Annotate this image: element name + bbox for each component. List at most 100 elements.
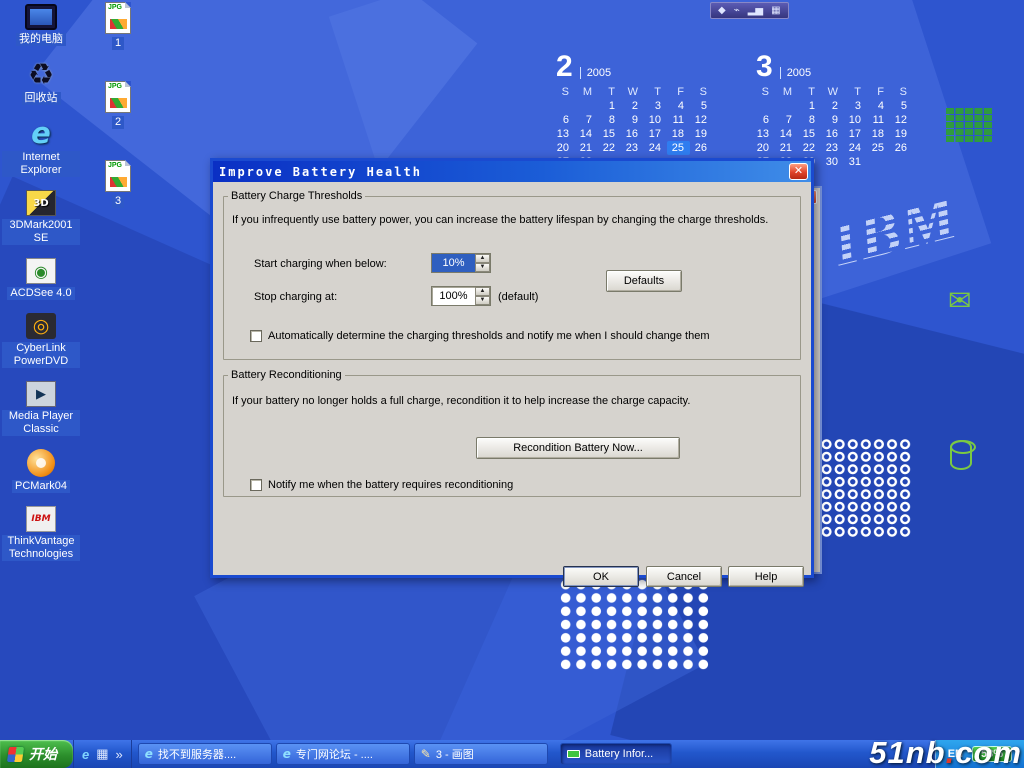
calendar-month-2: 32005SMTWTFS1234567891011121314151617181…: [752, 52, 913, 169]
calendar-day-header: W: [821, 85, 844, 99]
calendar-day-header: T: [598, 85, 621, 99]
calendar-day: 5: [890, 99, 913, 113]
calendar-day: 22: [798, 141, 821, 155]
deskband-icon[interactable]: ▂▅: [748, 6, 763, 16]
calendar-day: [575, 99, 598, 113]
notify-recondition-checkbox[interactable]: [250, 479, 262, 491]
calendar-day: 6: [552, 113, 575, 127]
group-title: Battery Reconditioning: [228, 369, 345, 381]
help-button[interactable]: Help: [728, 566, 804, 587]
acdsee-icon: ◉: [26, 258, 56, 284]
calendar-day: 24: [644, 141, 667, 155]
desktop-icon-my-computer[interactable]: 我的电脑: [16, 4, 66, 46]
defaults-button[interactable]: Defaults: [606, 270, 682, 292]
desktop-quicklaunch-icon[interactable]: ▦: [96, 746, 108, 762]
dialog-titlebar[interactable]: Improve Battery Health ✕: [213, 161, 811, 182]
desktop-icon-file-3[interactable]: JPG 3: [105, 160, 131, 208]
desktop-icon-file-1[interactable]: JPG 1: [105, 2, 131, 50]
start-button[interactable]: 开始: [0, 740, 73, 768]
calendar-day-header: F: [867, 85, 890, 99]
calendar-day: 30: [821, 155, 844, 169]
desktop-icon-acdsee[interactable]: ◉ACDSee 4.0: [7, 258, 74, 300]
calendar-day: 23: [621, 141, 644, 155]
thinkvantage-icon: IBM: [26, 506, 56, 532]
desktop-icon-label: 3: [112, 195, 124, 208]
deskband-icon[interactable]: ⌁: [734, 6, 740, 16]
spin-down-icon[interactable]: ▼: [475, 296, 490, 305]
calendar-day: 8: [598, 113, 621, 127]
calendar-day: 6: [752, 113, 775, 127]
calendar-day: 18: [667, 127, 690, 141]
recondition-battery-button[interactable]: Recondition Battery Now...: [476, 437, 680, 459]
desktop-icon-thinkvantage[interactable]: IBM ThinkVantage Technologies: [2, 506, 80, 561]
ring-grid-pattern: [820, 438, 912, 538]
taskbar-window-ie-1[interactable]: e找不到服务器....: [138, 743, 272, 765]
calendar-day-header: S: [752, 85, 775, 99]
powerdvd-icon: ◎: [26, 313, 56, 339]
auto-thresholds-checkbox[interactable]: [250, 330, 262, 342]
calendar-day: 7: [775, 113, 798, 127]
calendar-day: 7: [575, 113, 598, 127]
desktop-icon-label: 1: [112, 37, 124, 50]
desktop-icon-recycle-bin[interactable]: ♻回收站: [22, 59, 61, 105]
close-button[interactable]: ✕: [789, 163, 808, 180]
calendar-day: 18: [867, 127, 890, 141]
calendar-day: 11: [867, 113, 890, 127]
taskbar-window-ie-2[interactable]: e专门网论坛 - ....: [276, 743, 410, 765]
default-note: (default): [498, 291, 538, 303]
more-quicklaunch-icon[interactable]: »: [116, 747, 123, 762]
calendar-day: 19: [890, 127, 913, 141]
calendar-day: 21: [775, 141, 798, 155]
jpg-badge: JPG: [108, 4, 122, 11]
desktop-icon-powerdvd[interactable]: ◎CyberLink PowerDVD: [2, 313, 80, 368]
calendar-day: 14: [775, 127, 798, 141]
thresholds-description: If you infrequently use battery power, y…: [232, 214, 768, 226]
3dmark-icon: 3D: [26, 190, 56, 216]
battery-reconditioning-group: Battery Reconditioning If your battery n…: [223, 369, 801, 497]
stop-charging-value[interactable]: 100%: [432, 287, 475, 305]
jpg-badge: JPG: [108, 162, 122, 169]
desktop-icon-label: ThinkVantage Technologies: [2, 535, 80, 561]
jpg-file-icon: JPG: [105, 81, 131, 113]
taskbar-window-paint[interactable]: ✎3 - 画图: [414, 743, 548, 765]
cancel-button[interactable]: Cancel: [646, 566, 722, 587]
calendar-day: 2: [621, 99, 644, 113]
desktop-icon-label: 回收站: [22, 92, 61, 105]
calendar-day: 25: [667, 141, 690, 155]
access-connections-deskband[interactable]: ◆ ⌁ ▂▅ ▦: [710, 2, 789, 19]
calendar-year: 2005: [780, 67, 811, 79]
start-charging-spinner[interactable]: 10% ▲ ▼: [431, 253, 491, 273]
calendar-day: 20: [752, 141, 775, 155]
spin-up-icon[interactable]: ▲: [475, 287, 490, 296]
desktop-icon-ie[interactable]: eInternet Explorer: [2, 118, 80, 177]
ie-2-icon: e: [283, 747, 291, 761]
spin-down-icon[interactable]: ▼: [475, 263, 490, 272]
taskbar-windows: e找不到服务器....e专门网论坛 - ....✎3 - 画图 Battery I…: [132, 740, 935, 768]
spin-up-icon[interactable]: ▲: [475, 254, 490, 263]
calendar-day-header: W: [621, 85, 644, 99]
desktop-icon-pcmark[interactable]: PCMark04: [12, 449, 70, 493]
desktop-icon-label: PCMark04: [12, 480, 70, 493]
taskbar-window-battery[interactable]: Battery Infor...: [560, 743, 672, 765]
calendar-day: 19: [690, 127, 713, 141]
start-charging-value[interactable]: 10%: [432, 254, 475, 272]
dialog-title: Improve Battery Health: [219, 165, 422, 179]
stop-charging-spinner[interactable]: 100% ▲ ▼: [431, 286, 491, 306]
calendar-day: 1: [598, 99, 621, 113]
taskbar-window-label: Battery Infor...: [585, 748, 653, 760]
calendar-day-header: T: [844, 85, 867, 99]
calendar-day: 13: [752, 127, 775, 141]
deskband-icon[interactable]: ◆: [718, 6, 726, 16]
desktop-icon-file-2[interactable]: JPG2: [105, 81, 131, 129]
jpg-file-icon: JPG: [105, 2, 131, 34]
desktop-icons-left: 我的电脑 ♻回收站 eInternet Explorer 3D3DMark2001 S…: [2, 4, 80, 561]
calendar-grid: SMTWTFS123456789101112131415161718192021…: [752, 85, 913, 169]
deskband-icon[interactable]: ▦: [771, 6, 780, 16]
ie-quicklaunch-icon[interactable]: e: [82, 747, 89, 762]
database-cylinder-icon: [950, 440, 972, 470]
desktop-icon-3dmark[interactable]: 3D3DMark2001 SE: [2, 190, 80, 245]
calendar-day: 11: [667, 113, 690, 127]
desktop-icon-mpc[interactable]: ▶Media Player Classic: [2, 381, 80, 436]
calendar-day: 5: [690, 99, 713, 113]
ok-button[interactable]: OK: [563, 566, 639, 587]
